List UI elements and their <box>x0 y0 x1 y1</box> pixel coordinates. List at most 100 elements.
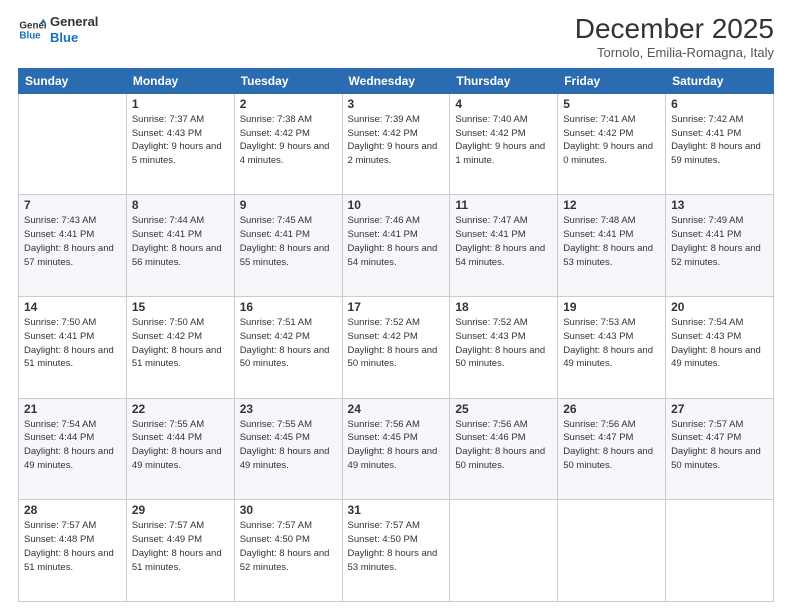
day-cell: 2 Sunrise: 7:38 AMSunset: 4:42 PMDaylight… <box>234 93 342 195</box>
day-cell: 30Sunrise: 7:57 AMSunset: 4:50 PMDayligh… <box>234 500 342 602</box>
day-cell: 13Sunrise: 7:49 AMSunset: 4:41 PMDayligh… <box>666 195 774 297</box>
day-number: 5 <box>563 97 660 111</box>
day-info: Sunrise: 7:39 AMSunset: 4:42 PMDaylight:… <box>348 113 445 168</box>
day-number: 31 <box>348 503 445 517</box>
day-info: Sunrise: 7:41 AMSunset: 4:42 PMDaylight:… <box>563 113 660 168</box>
logo: General Blue General Blue <box>18 14 98 45</box>
day-cell: 20 Sunrise: 7:54 AMSunset: 4:43 PMDayligh… <box>666 297 774 399</box>
header-friday: Friday <box>558 68 666 93</box>
day-cell: 25 Sunrise: 7:56 AMSunset: 4:46 PMDayligh… <box>450 398 558 500</box>
day-info: Sunrise: 7:43 AMSunset: 4:41 PMDaylight:… <box>24 214 121 269</box>
day-info: Sunrise: 7:40 AMSunset: 4:42 PMDaylight:… <box>455 113 552 168</box>
day-number: 20 <box>671 300 768 314</box>
day-number: 17 <box>348 300 445 314</box>
day-number: 29 <box>132 503 229 517</box>
day-number: 3 <box>348 97 445 111</box>
day-cell: 19 Sunrise: 7:53 AMSunset: 4:43 PMDayligh… <box>558 297 666 399</box>
day-info: Sunrise: 7:55 AMSunset: 4:45 PMDaylight:… <box>240 418 337 473</box>
day-number: 16 <box>240 300 337 314</box>
header-wednesday: Wednesday <box>342 68 450 93</box>
header-thursday: Thursday <box>450 68 558 93</box>
page: General Blue General Blue December 2025 … <box>0 0 792 612</box>
day-number: 12 <box>563 198 660 212</box>
day-cell: 21Sunrise: 7:54 AMSunset: 4:44 PMDayligh… <box>19 398 127 500</box>
day-info: Sunrise: 7:52 AMSunset: 4:42 PMDaylight:… <box>348 316 445 371</box>
day-number: 14 <box>24 300 121 314</box>
day-cell: 10 Sunrise: 7:46 AMSunset: 4:41 PMDayligh… <box>342 195 450 297</box>
day-info: Sunrise: 7:51 AMSunset: 4:42 PMDaylight:… <box>240 316 337 371</box>
day-number: 10 <box>348 198 445 212</box>
header: General Blue General Blue December 2025 … <box>18 14 774 60</box>
location: Tornolo, Emilia-Romagna, Italy <box>575 45 774 60</box>
day-info: Sunrise: 7:48 AMSunset: 4:41 PMDaylight:… <box>563 214 660 269</box>
day-cell <box>666 500 774 602</box>
day-info: Sunrise: 7:57 AMSunset: 4:49 PMDaylight:… <box>132 519 229 574</box>
day-info: Sunrise: 7:52 AMSunset: 4:43 PMDaylight:… <box>455 316 552 371</box>
header-sunday: Sunday <box>19 68 127 93</box>
day-cell: 26Sunrise: 7:56 AMSunset: 4:47 PMDayligh… <box>558 398 666 500</box>
header-saturday: Saturday <box>666 68 774 93</box>
calendar-table: SundayMondayTuesdayWednesdayThursdayFrid… <box>18 68 774 602</box>
day-number: 28 <box>24 503 121 517</box>
logo-general: General <box>50 14 98 30</box>
day-number: 22 <box>132 402 229 416</box>
day-number: 25 <box>455 402 552 416</box>
day-info: Sunrise: 7:45 AMSunset: 4:41 PMDaylight:… <box>240 214 337 269</box>
header-monday: Monday <box>126 68 234 93</box>
day-number: 19 <box>563 300 660 314</box>
week-row-2: 7 Sunrise: 7:43 AMSunset: 4:41 PMDaylight… <box>19 195 774 297</box>
day-cell: 9 Sunrise: 7:45 AMSunset: 4:41 PMDaylight… <box>234 195 342 297</box>
day-info: Sunrise: 7:42 AMSunset: 4:41 PMDaylight:… <box>671 113 768 168</box>
day-cell: 6 Sunrise: 7:42 AMSunset: 4:41 PMDaylight… <box>666 93 774 195</box>
day-info: Sunrise: 7:44 AMSunset: 4:41 PMDaylight:… <box>132 214 229 269</box>
day-number: 8 <box>132 198 229 212</box>
day-cell: 12 Sunrise: 7:48 AMSunset: 4:41 PMDayligh… <box>558 195 666 297</box>
week-row-3: 14 Sunrise: 7:50 AMSunset: 4:41 PMDayligh… <box>19 297 774 399</box>
day-number: 2 <box>240 97 337 111</box>
week-row-1: 1 Sunrise: 7:37 AMSunset: 4:43 PMDaylight… <box>19 93 774 195</box>
day-cell: 28 Sunrise: 7:57 AMSunset: 4:48 PMDayligh… <box>19 500 127 602</box>
day-cell: 11 Sunrise: 7:47 AMSunset: 4:41 PMDayligh… <box>450 195 558 297</box>
day-info: Sunrise: 7:54 AMSunset: 4:43 PMDaylight:… <box>671 316 768 371</box>
logo-blue: Blue <box>50 30 98 46</box>
day-cell: 17 Sunrise: 7:52 AMSunset: 4:42 PMDayligh… <box>342 297 450 399</box>
day-number: 18 <box>455 300 552 314</box>
day-cell: 14 Sunrise: 7:50 AMSunset: 4:41 PMDayligh… <box>19 297 127 399</box>
day-info: Sunrise: 7:57 AMSunset: 4:50 PMDaylight:… <box>348 519 445 574</box>
title-block: December 2025 Tornolo, Emilia-Romagna, I… <box>575 14 774 60</box>
day-cell: 31 Sunrise: 7:57 AMSunset: 4:50 PMDayligh… <box>342 500 450 602</box>
day-info: Sunrise: 7:57 AMSunset: 4:47 PMDaylight:… <box>671 418 768 473</box>
day-number: 9 <box>240 198 337 212</box>
day-number: 15 <box>132 300 229 314</box>
day-info: Sunrise: 7:53 AMSunset: 4:43 PMDaylight:… <box>563 316 660 371</box>
day-number: 27 <box>671 402 768 416</box>
day-info: Sunrise: 7:46 AMSunset: 4:41 PMDaylight:… <box>348 214 445 269</box>
day-info: Sunrise: 7:55 AMSunset: 4:44 PMDaylight:… <box>132 418 229 473</box>
day-info: Sunrise: 7:56 AMSunset: 4:45 PMDaylight:… <box>348 418 445 473</box>
day-number: 23 <box>240 402 337 416</box>
day-cell <box>450 500 558 602</box>
day-cell: 24Sunrise: 7:56 AMSunset: 4:45 PMDayligh… <box>342 398 450 500</box>
day-number: 11 <box>455 198 552 212</box>
day-info: Sunrise: 7:50 AMSunset: 4:41 PMDaylight:… <box>24 316 121 371</box>
day-info: Sunrise: 7:50 AMSunset: 4:42 PMDaylight:… <box>132 316 229 371</box>
day-number: 1 <box>132 97 229 111</box>
day-info: Sunrise: 7:47 AMSunset: 4:41 PMDaylight:… <box>455 214 552 269</box>
day-cell: 22 Sunrise: 7:55 AMSunset: 4:44 PMDayligh… <box>126 398 234 500</box>
day-cell: 8 Sunrise: 7:44 AMSunset: 4:41 PMDaylight… <box>126 195 234 297</box>
logo-icon: General Blue <box>18 16 46 44</box>
day-number: 6 <box>671 97 768 111</box>
day-info: Sunrise: 7:38 AMSunset: 4:42 PMDaylight:… <box>240 113 337 168</box>
day-number: 13 <box>671 198 768 212</box>
day-info: Sunrise: 7:37 AMSunset: 4:43 PMDaylight:… <box>132 113 229 168</box>
day-info: Sunrise: 7:57 AMSunset: 4:48 PMDaylight:… <box>24 519 121 574</box>
day-info: Sunrise: 7:56 AMSunset: 4:47 PMDaylight:… <box>563 418 660 473</box>
day-cell: 1 Sunrise: 7:37 AMSunset: 4:43 PMDaylight… <box>126 93 234 195</box>
day-info: Sunrise: 7:56 AMSunset: 4:46 PMDaylight:… <box>455 418 552 473</box>
day-cell <box>558 500 666 602</box>
day-cell: 29 Sunrise: 7:57 AMSunset: 4:49 PMDayligh… <box>126 500 234 602</box>
week-row-5: 28 Sunrise: 7:57 AMSunset: 4:48 PMDayligh… <box>19 500 774 602</box>
day-number: 7 <box>24 198 121 212</box>
day-cell: 3 Sunrise: 7:39 AMSunset: 4:42 PMDaylight… <box>342 93 450 195</box>
day-cell: 4Sunrise: 7:40 AMSunset: 4:42 PMDaylight… <box>450 93 558 195</box>
